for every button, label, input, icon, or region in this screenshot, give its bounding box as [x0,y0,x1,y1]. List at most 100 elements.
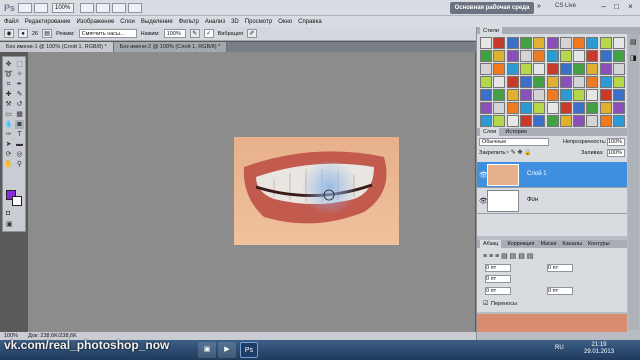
menu-layers[interactable]: Слои [120,19,135,25]
language-indicator[interactable]: RU [555,345,564,351]
space-after-input[interactable]: 0 пт [547,287,573,295]
pressure-input[interactable]: 100% [163,29,186,38]
minibridge-icon[interactable] [34,3,48,13]
style-swatch[interactable] [613,63,625,75]
tab-adjustments[interactable]: Коррекция [507,240,534,248]
style-swatch[interactable] [573,102,586,114]
style-swatch[interactable] [613,50,625,62]
style-swatch[interactable] [586,102,599,114]
style-swatch[interactable] [573,50,586,62]
space-before-input[interactable]: 0 пт [485,287,511,295]
minimize-button[interactable]: – [598,1,609,13]
blur-tool-icon[interactable]: 💧 [4,120,13,129]
style-swatch[interactable] [546,37,559,49]
style-swatch[interactable] [533,50,546,62]
style-swatch[interactable] [506,89,519,101]
indent-right-input[interactable]: 0 пт [547,264,573,272]
gradient-tool-icon[interactable]: ▦ [15,110,24,119]
style-swatch[interactable] [480,63,492,75]
style-swatch[interactable] [506,37,519,49]
style-swatch[interactable] [573,76,586,88]
menu-image[interactable]: Изображение [76,19,114,25]
taskbar-app-media[interactable]: ▶ [218,342,236,358]
style-swatch[interactable] [506,63,519,75]
menu-select[interactable]: Выделение [141,19,173,25]
tab-layers[interactable]: Слои [480,128,500,136]
pen-tool-icon[interactable]: ✑ [4,130,13,139]
tab-masks[interactable]: Маски [540,240,556,248]
indent-first-line-input[interactable]: 0 пт [485,275,511,283]
style-swatch[interactable] [613,76,625,88]
style-swatch[interactable] [573,63,586,75]
style-swatch[interactable] [599,50,612,62]
tab-paragraph[interactable]: Абзац [480,240,502,248]
align-buttons[interactable]: ≡ ≡ ≡ ▤ ▤ ▤ ▤ [483,252,533,260]
style-swatch[interactable] [613,102,625,114]
layer-row-background[interactable]: 👁 Фон [477,188,627,214]
menu-help[interactable]: Справка [298,19,322,25]
style-swatch[interactable] [493,50,506,62]
hand-tool-icon-box[interactable]: ✋ [4,160,13,169]
sponge-tool-icon[interactable]: ◙ [15,120,24,129]
history-brush-tool-icon[interactable]: ↺ [15,100,24,109]
style-swatch[interactable] [506,115,519,127]
style-swatch[interactable] [480,76,492,88]
menu-analysis[interactable]: Анализ [205,19,225,25]
style-swatch[interactable] [493,63,506,75]
brush-tool-icon[interactable]: ✎ [15,90,24,99]
menu-view[interactable]: Просмотр [245,19,272,25]
opacity-input[interactable]: 100% [607,138,625,146]
layer-row-1[interactable]: 👁 Слой 1 [477,162,627,188]
menu-file[interactable]: Файл [4,19,19,25]
style-swatch[interactable] [533,115,546,127]
eraser-tool-icon[interactable]: ▭ [4,110,13,119]
tablet-pressure-icon[interactable]: ✐ [246,29,257,38]
close-button[interactable]: × [625,1,636,13]
taskbar-app-photoshop[interactable]: Ps [240,342,258,358]
style-swatch[interactable] [613,89,625,101]
taskbar-app-folder[interactable]: ▣ [198,342,216,358]
layer-name[interactable]: Слой 1 [527,171,547,177]
style-swatch[interactable] [586,76,599,88]
style-swatch[interactable] [519,89,532,101]
marquee-tool-icon[interactable]: ⬚ [15,60,24,69]
maximize-button[interactable]: □ [611,1,622,13]
style-swatch[interactable] [533,76,546,88]
type-tool-icon[interactable]: T [15,130,24,139]
style-swatch[interactable] [559,89,572,101]
style-swatch[interactable] [493,102,506,114]
style-swatch[interactable] [480,50,492,62]
background-color-swatch[interactable] [12,196,22,206]
zoom-tool-icon-box[interactable]: ⚲ [15,160,24,169]
brush-preset-picker[interactable]: ● [18,29,28,38]
style-swatch[interactable] [533,63,546,75]
style-swatch[interactable] [506,102,519,114]
tab-channels[interactable]: Каналы [562,240,582,248]
style-swatch[interactable] [586,50,599,62]
zoom-tool-icon[interactable] [96,3,110,13]
style-swatch[interactable] [559,63,572,75]
3d-rotate-tool-icon[interactable]: ⟳ [4,150,13,159]
style-swatch[interactable] [599,102,612,114]
eyedropper-tool-icon[interactable]: ✒ [15,80,24,89]
move-tool-icon[interactable]: ✥ [4,60,13,69]
style-swatch[interactable] [559,50,572,62]
menu-3d[interactable]: 3D [231,19,239,25]
style-swatch[interactable] [586,37,599,49]
style-swatch[interactable] [493,115,506,127]
style-swatch[interactable] [546,50,559,62]
airbrush-icon[interactable]: ✎ [189,29,200,38]
style-swatch[interactable] [506,50,519,62]
cs-live-button[interactable]: CS Live [555,3,576,9]
shape-tool-icon[interactable]: ▬ [15,140,24,149]
style-swatch[interactable] [559,76,572,88]
style-swatch[interactable] [533,37,546,49]
arrange-documents-icon[interactable] [112,3,126,13]
menu-edit[interactable]: Редактирование [25,19,71,25]
quick-mask-icon[interactable]: ◘ [6,210,10,217]
lock-icons[interactable]: ▫ ✎ ✥ 🔒 [507,149,532,156]
style-swatch[interactable] [599,37,612,49]
style-swatch[interactable] [546,115,559,127]
style-swatch[interactable] [493,76,506,88]
bridge-icon[interactable] [18,3,32,13]
